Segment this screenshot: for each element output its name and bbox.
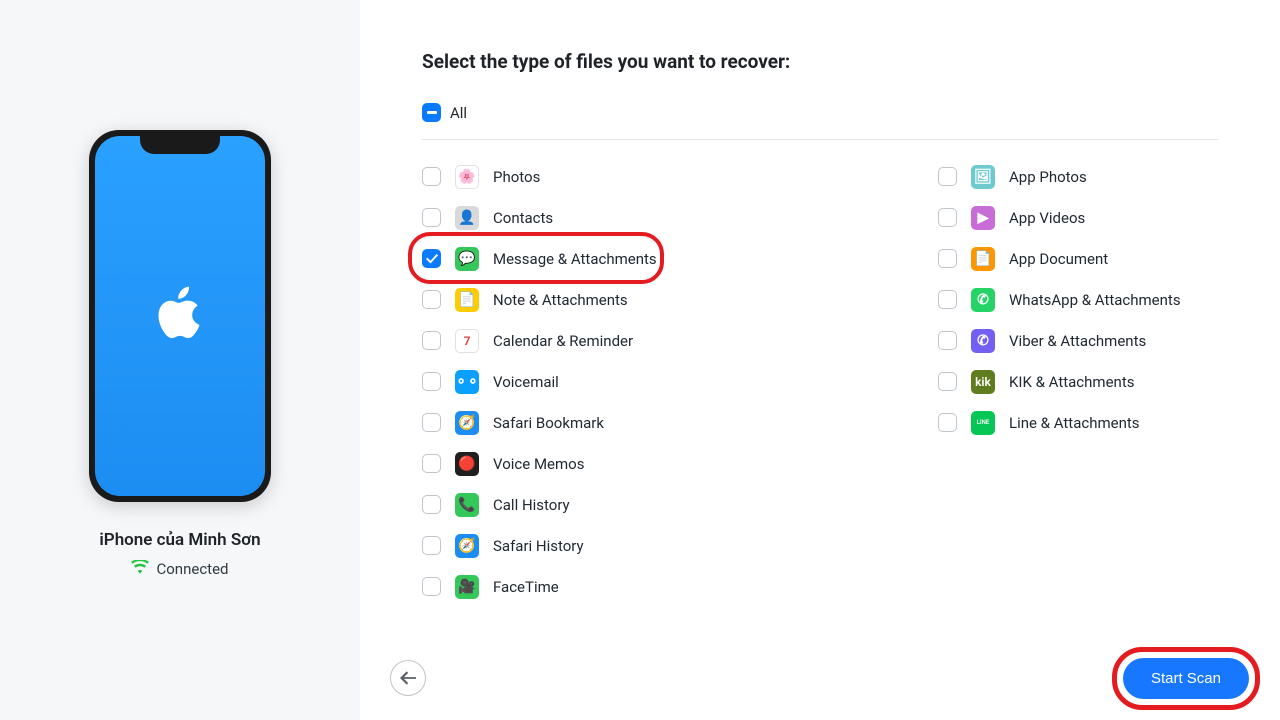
line-icon: LINE [971, 411, 995, 435]
file-type-label: App Photos [1009, 168, 1087, 186]
main-panel: Select the type of files you want to rec… [360, 0, 1280, 720]
file-type-contacts[interactable]: 👤 Contacts [422, 197, 938, 238]
file-type-label: Contacts [493, 209, 553, 227]
file-type-label: Voicemail [493, 373, 559, 391]
wifi-icon [131, 560, 149, 578]
select-all-row[interactable]: All [422, 103, 1218, 140]
file-type-label: Photos [493, 168, 540, 186]
file-type-label: FaceTime [493, 578, 559, 596]
file-type-label: Call History [493, 496, 570, 514]
file-type-facetime[interactable]: 🎥 FaceTime [422, 566, 938, 607]
file-type-label: Safari History [493, 537, 584, 555]
app-photos-icon: 🖼 [971, 165, 995, 189]
all-label: All [450, 104, 467, 122]
file-type-label: App Videos [1009, 209, 1085, 227]
file-types-left-column: 🌸 Photos 👤 Contacts 💬 Message & Attachments 📄 N… [422, 156, 938, 607]
file-type-line[interactable]: LINE Line & Attachments [938, 402, 1218, 443]
device-status-label: Connected [156, 560, 228, 578]
start-scan-button[interactable]: Start Scan [1123, 658, 1249, 699]
messages-icon: 💬 [455, 247, 479, 271]
kik-icon: kik [971, 370, 995, 394]
file-type-voicemail[interactable]: ⚬⚬ Voicemail [422, 361, 938, 402]
safari-icon: 🧭 [455, 411, 479, 435]
file-type-label: Voice Memos [493, 455, 584, 473]
back-button[interactable] [390, 660, 426, 696]
device-illustration [89, 130, 271, 502]
checkbox-safari-bookmark[interactable] [422, 413, 441, 432]
file-type-app-videos[interactable]: ▶ App Videos [938, 197, 1218, 238]
checkbox-app-document[interactable] [938, 249, 957, 268]
file-type-label: Calendar & Reminder [493, 332, 633, 350]
device-name-label: iPhone của Minh Sơn [99, 530, 260, 550]
phone-icon: 📞 [455, 493, 479, 517]
voicemail-icon: ⚬⚬ [455, 370, 479, 394]
file-type-kik[interactable]: kik KIK & Attachments [938, 361, 1218, 402]
file-type-safari-history[interactable]: 🧭 Safari History [422, 525, 938, 566]
checkbox-app-videos[interactable] [938, 208, 957, 227]
file-type-messages[interactable]: 💬 Message & Attachments [422, 238, 938, 279]
file-type-app-photos[interactable]: 🖼 App Photos [938, 156, 1218, 197]
file-type-label: Safari Bookmark [493, 414, 604, 432]
checkbox-safari-history[interactable] [422, 536, 441, 555]
checkbox-kik[interactable] [938, 372, 957, 391]
checkbox-facetime[interactable] [422, 577, 441, 596]
file-types-right-column: 🖼 App Photos ▶ App Videos 📄 App Document ✆ What… [938, 156, 1218, 607]
checkbox-photos[interactable] [422, 167, 441, 186]
checkbox-app-photos[interactable] [938, 167, 957, 186]
file-type-app-document[interactable]: 📄 App Document [938, 238, 1218, 279]
app-document-icon: 📄 [971, 247, 995, 271]
checkbox-notes[interactable] [422, 290, 441, 309]
file-type-whatsapp[interactable]: ✆ WhatsApp & Attachments [938, 279, 1218, 320]
file-type-safari-bookmark[interactable]: 🧭 Safari Bookmark [422, 402, 938, 443]
file-type-label: Line & Attachments [1009, 414, 1140, 432]
file-type-photos[interactable]: 🌸 Photos [422, 156, 938, 197]
checkbox-calendar[interactable] [422, 331, 441, 350]
whatsapp-icon: ✆ [971, 288, 995, 312]
file-type-columns: 🌸 Photos 👤 Contacts 💬 Message & Attachments 📄 N… [422, 156, 1218, 607]
checkbox-all[interactable] [422, 103, 441, 122]
contacts-icon: 👤 [455, 206, 479, 230]
file-type-call-history[interactable]: 📞 Call History [422, 484, 938, 525]
notes-icon: 📄 [455, 288, 479, 312]
checkbox-viber[interactable] [938, 331, 957, 350]
start-scan-highlight: Start Scan [1112, 647, 1260, 710]
file-type-viber[interactable]: ✆ Viber & Attachments [938, 320, 1218, 361]
calendar-icon: 7 [455, 329, 479, 353]
facetime-icon: 🎥 [455, 575, 479, 599]
file-type-label: Viber & Attachments [1009, 332, 1146, 350]
file-type-calendar[interactable]: 7 Calendar & Reminder [422, 320, 938, 361]
file-type-label: Message & Attachments [493, 250, 657, 268]
page-title: Select the type of files you want to rec… [422, 50, 1218, 73]
checkbox-whatsapp[interactable] [938, 290, 957, 309]
checkbox-voicemail[interactable] [422, 372, 441, 391]
checkbox-voice-memos[interactable] [422, 454, 441, 473]
device-status: Connected [131, 560, 228, 578]
app-videos-icon: ▶ [971, 206, 995, 230]
viber-icon: ✆ [971, 329, 995, 353]
file-type-label: WhatsApp & Attachments [1009, 291, 1181, 309]
phone-notch [140, 136, 220, 154]
checkbox-line[interactable] [938, 413, 957, 432]
safari-icon: 🧭 [455, 534, 479, 558]
file-type-voice-memos[interactable]: 🔴 Voice Memos [422, 443, 938, 484]
sidebar: iPhone của Minh Sơn Connected [0, 0, 360, 720]
checkbox-contacts[interactable] [422, 208, 441, 227]
file-type-label: KIK & Attachments [1009, 373, 1134, 391]
file-type-notes[interactable]: 📄 Note & Attachments [422, 279, 938, 320]
checkbox-messages[interactable] [422, 249, 441, 268]
voicememos-icon: 🔴 [455, 452, 479, 476]
device-screen [95, 136, 265, 496]
checkbox-call-history[interactable] [422, 495, 441, 514]
file-type-label: Note & Attachments [493, 291, 628, 309]
arrow-left-icon [400, 671, 416, 685]
photos-icon: 🌸 [455, 165, 479, 189]
apple-logo-icon [157, 286, 203, 346]
file-type-label: App Document [1009, 250, 1108, 268]
